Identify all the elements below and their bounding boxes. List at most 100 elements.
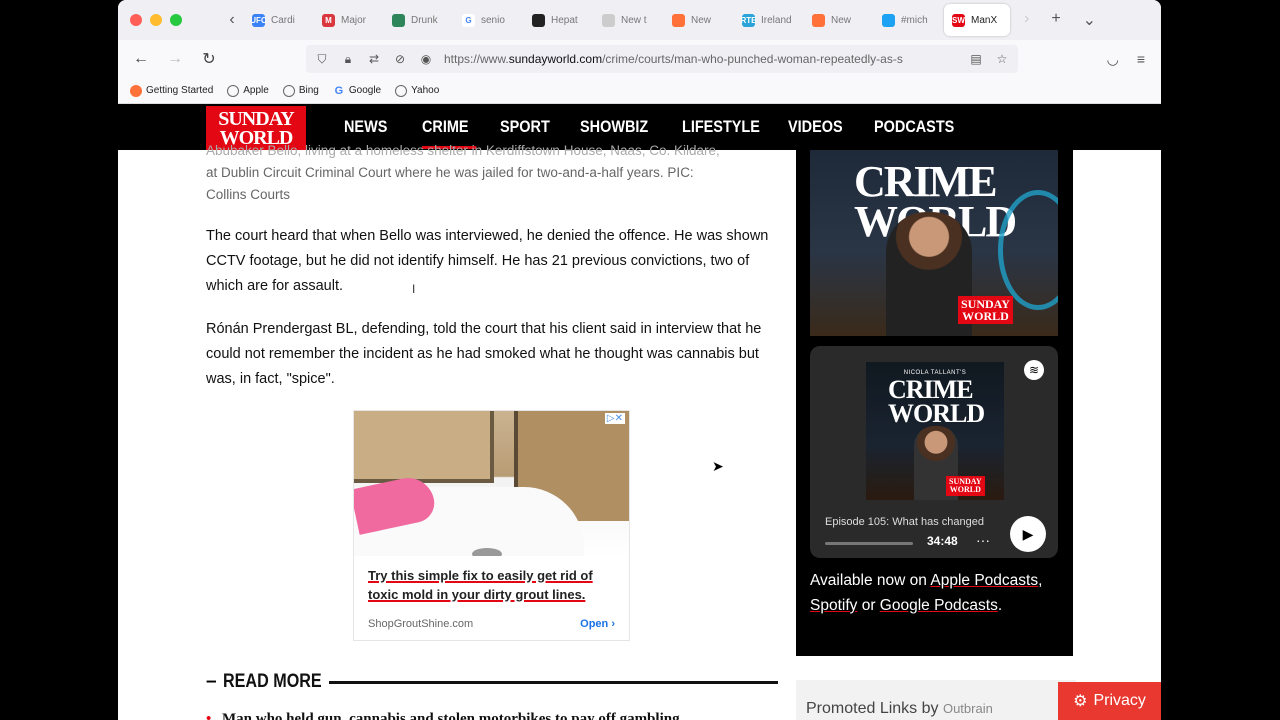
reload-button[interactable]: ↻	[192, 49, 226, 69]
reader-view-icon[interactable]: ▤	[968, 52, 984, 66]
menu-item-videos[interactable]: VIDEOS	[788, 117, 843, 137]
tab[interactable]: New t	[594, 4, 664, 36]
maximize-window-button[interactable]	[170, 14, 182, 26]
browser-window: ‹ UFC Cardi M Major Drunk Gsenio Hepat New t New…	[118, 0, 1161, 720]
play-button[interactable]: ▶	[1010, 516, 1046, 552]
permissions-icon[interactable]: ⇄	[366, 52, 382, 66]
main-menu: NEWS CRIME SPORT SHOWBIZ LIFESTYLE VIDEOS PODC…	[344, 117, 962, 149]
back-button[interactable]: ←	[124, 50, 158, 68]
tab-favicon-icon	[672, 13, 685, 27]
menu-item-crime[interactable]: CRIME	[422, 117, 477, 149]
tab-favicon-icon	[882, 13, 895, 27]
menu-item-podcasts[interactable]: PODCASTS	[874, 117, 954, 137]
tab-label: #mich	[901, 14, 928, 26]
podcast-cover[interactable]: NICOLA TALLANT'S CRIME WORLD SUNDAY WORLD	[866, 362, 1004, 500]
shield-icon[interactable]: ⛉	[314, 52, 330, 67]
bookmark-bing[interactable]: Bing	[282, 84, 319, 97]
privacy-button[interactable]: ⚙ Privacy	[1058, 682, 1161, 720]
tab-label: ManX	[971, 14, 998, 26]
globe-icon	[395, 84, 408, 97]
globe-icon	[227, 84, 240, 97]
read-more-header: – READ MORE	[206, 671, 778, 693]
tab-favicon-icon	[812, 13, 825, 27]
url-bar[interactable]: ⛉ 🔒︎ ⇄ ⊘ ◉ https://www.sundayworld.com/c…	[306, 45, 1018, 73]
gear-icon: ⚙	[1073, 693, 1088, 710]
spotify-link[interactable]: Spotify	[810, 597, 857, 614]
cover-title: CRIME WORLD	[888, 375, 985, 428]
tab[interactable]: New	[804, 4, 874, 36]
tab-scroll-right-icon[interactable]: ›	[1024, 10, 1029, 30]
tab-list-chevron-icon[interactable]: ⌄	[1083, 10, 1096, 30]
tab-scroll-left-icon[interactable]: ‹	[220, 11, 244, 29]
tab-favicon-icon: UFC	[250, 13, 267, 27]
bookmark-label: Yahoo	[411, 85, 440, 96]
tab[interactable]: RTE Ireland	[734, 4, 804, 36]
tab-strip: UFC Cardi M Major Drunk Gsenio Hepat New t New RT…	[244, 0, 1010, 40]
tab[interactable]: Gsenio	[454, 4, 524, 36]
availability-text: Available now on Apple Podcasts, Spotify…	[810, 572, 1043, 614]
ad-choices-close-icon[interactable]: ▷✕	[604, 413, 625, 424]
page-content: Abubaker Bello, living at a homeless she…	[118, 143, 1161, 720]
ad-image[interactable]: ▷✕	[354, 411, 629, 556]
bookmark-star-icon[interactable]: ☆	[994, 52, 1010, 66]
article-body: Abubaker Bello, living at a homeless she…	[206, 143, 778, 720]
tab[interactable]: SW ManX	[944, 4, 1010, 36]
advertisement[interactable]: ▷✕ Try this simple fix to easily get rid…	[353, 410, 630, 641]
duration: 34:48	[927, 534, 958, 548]
outbrain-logo: Outbrain	[942, 701, 993, 716]
tab-label: New	[831, 14, 852, 26]
bookmark-yahoo[interactable]: Yahoo	[395, 84, 440, 97]
minimize-window-button[interactable]	[150, 14, 162, 26]
apple-podcasts-link[interactable]: Apple Podcasts	[930, 572, 1038, 589]
article-paragraph: The court heard that when Bello was inte…	[206, 228, 769, 294]
pocket-icon[interactable]: ◡	[1107, 51, 1119, 68]
google-icon: G	[334, 84, 344, 97]
nav-bar: ← → ↻ ⛉ 🔒︎ ⇄ ⊘ ◉ https://www.sundayworld…	[118, 40, 1161, 78]
progress-bar[interactable]	[825, 542, 913, 545]
forward-button[interactable]: →	[158, 50, 192, 68]
tab-favicon-icon	[392, 13, 405, 27]
tab-bar: ‹ UFC Cardi M Major Drunk Gsenio Hepat New t New…	[118, 0, 1161, 40]
menu-item-lifestyle[interactable]: LIFESTYLE	[682, 117, 760, 137]
more-options-icon[interactable]: ···	[976, 532, 990, 548]
tracking-icon[interactable]: ◉	[418, 52, 434, 66]
bookmarks-bar: Getting Started Apple Bing G Google Yahoo	[118, 78, 1161, 104]
menu-item-showbiz[interactable]: SHOWBIZ	[580, 117, 648, 137]
spotify-icon[interactable]: ≋	[1024, 360, 1044, 380]
ad-open-button[interactable]: Open ›	[580, 618, 615, 630]
ad-title[interactable]: Try this simple fix to easily get rid of…	[354, 556, 629, 604]
tab-label: Cardi	[271, 14, 295, 26]
bookmark-apple[interactable]: Apple	[227, 84, 269, 97]
menu-item-sport[interactable]: SPORT	[500, 117, 550, 137]
crime-world-banner[interactable]: CRIMEWORLD SUNDAYWORLD	[810, 150, 1058, 336]
bookmark-label: Bing	[298, 85, 319, 96]
menu-item-news[interactable]: NEWS	[344, 117, 390, 137]
bookmark-getting-started[interactable]: Getting Started	[130, 84, 213, 97]
tab-label: New t	[621, 14, 647, 26]
tab-label: senio	[481, 14, 505, 26]
tab[interactable]: New	[664, 4, 734, 36]
tab[interactable]: Hepat	[524, 4, 594, 36]
sunday-world-badge: SUNDAY WORLD	[958, 296, 1013, 324]
google-podcasts-link[interactable]: Google Podcasts	[880, 597, 998, 614]
autoplay-blocked-icon[interactable]: ⊘	[392, 52, 408, 66]
tab[interactable]: #mich	[874, 4, 944, 36]
tab-label: Drunk	[411, 14, 438, 26]
mouse-pointer-icon: ➤	[712, 458, 724, 474]
promoted-links[interactable]: Promoted Links by Outbrain	[796, 680, 1076, 720]
menu-icon[interactable]: ≡	[1137, 51, 1145, 68]
bookmark-google[interactable]: G Google	[333, 84, 382, 97]
close-window-button[interactable]	[130, 14, 142, 26]
podcast-sidebar: CRIMEWORLD SUNDAYWORLD NICOLA TALLANT'S …	[796, 150, 1073, 656]
lock-icon[interactable]: 🔒︎	[340, 52, 356, 67]
bookmark-label: Google	[348, 85, 382, 96]
tab[interactable]: UFC Cardi	[244, 4, 314, 36]
sunday-world-badge: SUNDAY WORLD	[946, 476, 985, 496]
tab[interactable]: M Major	[314, 4, 384, 36]
tab-favicon-icon	[602, 13, 615, 27]
read-more-link[interactable]: Man who held gun, cannabis and stolen mo…	[206, 711, 778, 720]
url-text[interactable]: https://www.sundayworld.com/crime/courts…	[444, 52, 958, 66]
new-tab-button[interactable]: +	[1051, 10, 1060, 30]
tab-label: Major	[341, 14, 367, 26]
tab[interactable]: Drunk	[384, 4, 454, 36]
